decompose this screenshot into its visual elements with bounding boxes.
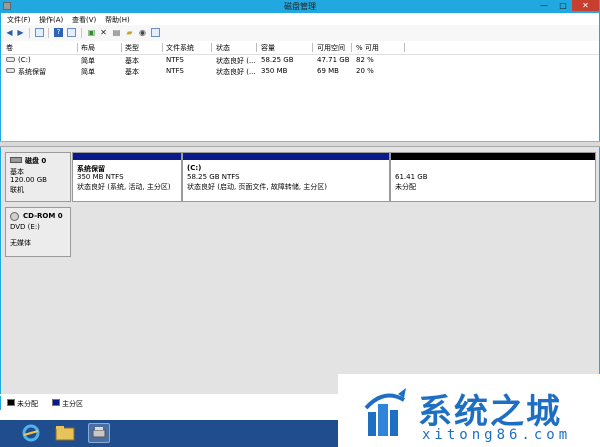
partition-size: 350 MB NTFS (77, 173, 124, 181)
cell-volume: 系统保留 (18, 68, 46, 76)
properties-icon[interactable]: ? (54, 28, 63, 37)
disk-type: DVD (E:) (10, 223, 40, 231)
column-separator[interactable] (312, 43, 313, 52)
cell-type: 基本 (125, 57, 139, 65)
cell-layout: 简单 (81, 57, 95, 65)
cell-type: 基本 (125, 68, 139, 76)
back-icon[interactable]: ◀ (5, 28, 14, 37)
internet-explorer-icon[interactable] (20, 423, 42, 443)
watermark-url: xitong86.com (422, 427, 572, 443)
refresh-icon[interactable]: ▣ (87, 28, 96, 37)
up-icon[interactable] (35, 28, 44, 37)
disk-name: 磁盘 0 (25, 157, 47, 165)
search-icon[interactable]: ◉ (138, 28, 147, 37)
toolbar-separator (81, 28, 82, 38)
partition-unallocated[interactable]: 61.41 GB 未分配 (390, 152, 596, 202)
column-header-free-space[interactable]: 可用空间 (317, 43, 345, 52)
forward-icon[interactable]: ▶ (16, 28, 25, 37)
column-separator[interactable] (162, 43, 163, 52)
cell-free-space: 69 MB (317, 67, 339, 75)
menu-file[interactable]: 文件(F) (7, 15, 31, 25)
partition-bar (73, 153, 181, 160)
cell-layout: 简单 (81, 68, 95, 76)
maximize-button[interactable]: □ (554, 0, 572, 11)
cell-volume: (C:) (18, 56, 31, 64)
column-separator[interactable] (211, 43, 212, 52)
partition-size: 61.41 GB (395, 173, 428, 181)
disk-management-taskbar-icon[interactable] (88, 423, 110, 443)
column-header-capacity[interactable]: 容量 (261, 43, 275, 52)
partition-system-reserved[interactable]: 系统保留 350 MB NTFS 状态良好 (系统, 活动, 主分区) (72, 152, 182, 202)
partition-status: 状态良好 (启动, 页面文件, 故障转储, 主分区) (187, 183, 328, 191)
column-header-status[interactable]: 状态 (216, 43, 230, 52)
legend-primary-swatch (52, 399, 60, 406)
cell-filesystem: NTFS (166, 67, 184, 75)
column-header-volume[interactable]: 卷 (6, 43, 13, 52)
cdrom-0-info[interactable]: CD-ROM 0 DVD (E:) 无媒体 (5, 207, 71, 257)
delete-icon[interactable]: ✕ (99, 28, 108, 37)
menu-action[interactable]: 操作(A) (39, 15, 63, 25)
disk-size: 120.00 GB (10, 176, 47, 184)
column-header-percent-free[interactable]: % 可用 (356, 43, 379, 52)
watermark-title: 系统之城 (418, 392, 562, 432)
table-row[interactable]: 系统保留 简单 基本 NTFS 状态良好 (... 350 MB 69 MB 2… (1, 66, 599, 77)
column-separator[interactable] (256, 43, 257, 52)
toolbar-separator (48, 28, 49, 38)
cell-status: 状态良好 (... (216, 57, 256, 65)
file-explorer-icon[interactable] (54, 423, 76, 443)
column-header-layout[interactable]: 布局 (81, 43, 95, 52)
cell-status: 状态良好 (... (216, 68, 256, 76)
volume-icon (6, 57, 15, 62)
partition-bar (183, 153, 389, 160)
column-separator[interactable] (351, 43, 352, 52)
window-title: 磁盘管理 (284, 2, 316, 11)
partition-status: 未分配 (395, 183, 416, 191)
cd-drive-icon (10, 212, 19, 221)
legend-unallocated-swatch (7, 399, 15, 406)
cell-free-space: 47.71 GB (317, 56, 350, 64)
legend-primary-label: 主分区 (62, 400, 83, 408)
column-header-filesystem[interactable]: 文件系统 (166, 43, 194, 52)
disk-0-info[interactable]: 磁盘 0 基本 120.00 GB 联机 (5, 152, 71, 202)
toolbar: ◀ ▶ ? ▣ ✕ ▤ ▰ ◉ (0, 25, 600, 41)
cell-percent-free: 20 % (356, 67, 374, 75)
partition-c[interactable]: (C:) 58.25 GB NTFS 状态良好 (启动, 页面文件, 故障转储,… (182, 152, 390, 202)
partition-status: 状态良好 (系统, 活动, 主分区) (77, 183, 171, 191)
cell-percent-free: 82 % (356, 56, 374, 64)
close-button[interactable]: ✕ (572, 0, 599, 11)
castle-logo-icon (364, 388, 406, 436)
cell-filesystem: NTFS (166, 56, 184, 64)
disk-status: 联机 (10, 186, 24, 194)
menu-help[interactable]: 帮助(H) (105, 15, 130, 25)
disk-name: CD-ROM 0 (23, 212, 63, 220)
minimize-button[interactable]: — (534, 0, 554, 11)
table-row[interactable]: (C:) 简单 基本 NTFS 状态良好 (... 58.25 GB 47.71… (1, 55, 599, 66)
cell-capacity: 350 MB (261, 67, 288, 75)
title-bar: 磁盘管理 — □ ✕ (0, 0, 600, 13)
column-separator[interactable] (404, 43, 405, 52)
disk-status: 无媒体 (10, 239, 31, 247)
settings-icon[interactable] (151, 28, 160, 37)
menu-view[interactable]: 查看(V) (72, 15, 96, 25)
open-icon[interactable]: ▤ (112, 28, 121, 37)
partition-name: (C:) (187, 164, 202, 172)
help-icon[interactable] (67, 28, 76, 37)
partition-bar (391, 153, 595, 160)
column-separator[interactable] (77, 43, 78, 52)
volume-list: 卷 布局 类型 文件系统 状态 容量 可用空间 % 可用 (C:) 简单 基本 … (0, 41, 600, 141)
column-header-row: 卷 布局 类型 文件系统 状态 容量 可用空间 % 可用 (1, 41, 599, 55)
column-header-type[interactable]: 类型 (125, 43, 139, 52)
legend-unallocated-label: 未分配 (17, 400, 38, 408)
hard-disk-icon (10, 157, 22, 163)
disk-graphical-view: 磁盘 0 基本 120.00 GB 联机 系统保留 350 MB NTFS 状态… (0, 147, 600, 394)
watermark: 系统之城 xitong86.com (338, 374, 600, 447)
menu-bar: 文件(F) 操作(A) 查看(V) 帮助(H) (0, 13, 600, 25)
volume-icon (6, 68, 15, 73)
toolbar-separator (29, 28, 30, 38)
folder-icon[interactable]: ▰ (125, 28, 134, 37)
column-separator[interactable] (121, 43, 122, 52)
cell-capacity: 58.25 GB (261, 56, 294, 64)
partition-size: 58.25 GB NTFS (187, 173, 240, 181)
